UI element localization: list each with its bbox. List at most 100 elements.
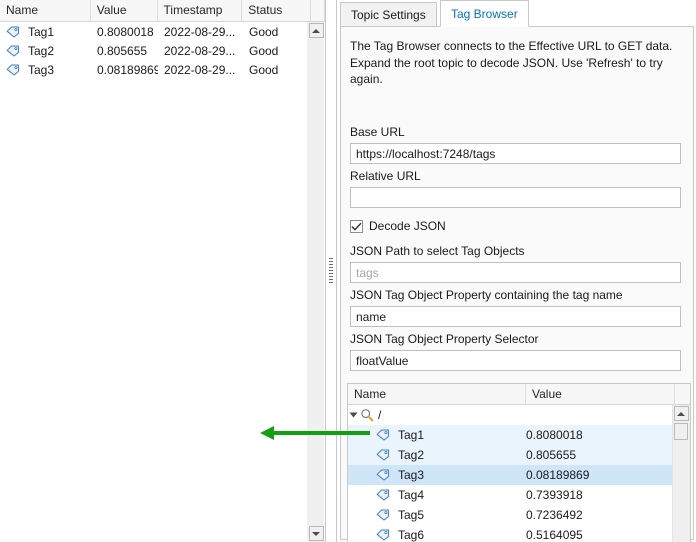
tag-browser-tab-panel: The Tag Browser connects to the Effectiv…	[340, 26, 694, 542]
tree-tag-label: Tag3	[398, 468, 425, 482]
arrow-up-icon	[677, 411, 685, 416]
tree-column-header-name[interactable]: Name	[348, 384, 526, 404]
tab-strip: Topic Settings Tag Browser	[338, 0, 696, 27]
field-label-0: Base URL	[350, 125, 405, 139]
tree-name-cell: Tag4	[348, 488, 526, 502]
tree-name-cell: Tag5	[348, 508, 526, 522]
scroll-down-button[interactable]	[308, 525, 324, 542]
tree-value-cell: 0.5164095	[526, 528, 583, 542]
tag-name-label: Tag3	[28, 62, 55, 77]
field-label-1: Relative URL	[350, 169, 421, 183]
column-header-status[interactable]: Status	[242, 0, 312, 21]
table-cell-value: 0.08189869	[97, 62, 158, 77]
decode-json-checkbox-row[interactable]: Decode JSON	[350, 219, 446, 233]
splitter-grip-icon	[329, 258, 333, 284]
arrow-up-icon	[312, 28, 320, 33]
tree-value-cell: 0.08189869	[526, 468, 590, 482]
field-label-4: JSON Tag Object Property Selector	[350, 332, 539, 346]
green-left-arrow-icon	[260, 426, 370, 440]
panel-description: The Tag Browser connects to the Effectiv…	[350, 39, 673, 86]
scroll-up-button[interactable]	[308, 22, 324, 39]
tree-body[interactable]: / Tag1 0.8080018 Tag2 0.805655 Tag3 0.08189869…	[348, 405, 690, 542]
expander-triangle-icon[interactable]	[349, 412, 358, 418]
column-header-timestamp[interactable]: Timestamp	[158, 0, 243, 21]
table-cell-timestamp: 2022-08-29...	[164, 24, 236, 39]
tree-row[interactable]: Tag6 0.5164095	[348, 525, 690, 542]
scroll-up-button-box	[308, 23, 324, 38]
tree-row[interactable]: Tag3 0.08189869	[348, 465, 690, 485]
column-header-value[interactable]: Value	[91, 0, 158, 21]
column-header-name[interactable]: Name	[0, 0, 91, 21]
table-row[interactable]: Tag1 0.8080018 2022-08-29... Good	[0, 22, 325, 41]
table-cell-status: Good	[249, 62, 279, 77]
tree-header: Name Value	[348, 384, 690, 405]
tab-tag-browser[interactable]: Tag Browser	[440, 0, 529, 27]
tree-row[interactable]: Tag4 0.7393918	[348, 485, 690, 505]
tree-root-node[interactable]: /	[348, 405, 690, 425]
table-cell-name: Tag2	[0, 44, 91, 58]
tag-name-label: Tag2	[28, 43, 55, 58]
tag-table-body[interactable]: Tag1 0.8080018 2022-08-29... Good Tag2 0.8056…	[0, 22, 325, 542]
checkmark-icon	[351, 222, 362, 231]
table-cell-value: 0.805655	[97, 43, 148, 58]
app-root: Name Value Timestamp Status Tag1 0.8080018 20…	[0, 0, 696, 542]
tag-icon	[376, 489, 389, 501]
field-input-3[interactable]	[350, 306, 681, 327]
table-cell-timestamp: 2022-08-29...	[164, 62, 236, 77]
field-input-1[interactable]	[350, 187, 681, 208]
tree-scrollbar[interactable]	[672, 405, 690, 542]
column-header-blank[interactable]	[311, 0, 325, 21]
table-row[interactable]: Tag3 0.08189869 2022-08-29... Good	[0, 60, 325, 79]
decode-json-checkbox[interactable]	[350, 219, 363, 233]
tag-icon	[376, 529, 389, 541]
tree-tag-label: Tag2	[398, 448, 425, 462]
tree-root-name-cell: /	[348, 408, 526, 422]
tree-row[interactable]: Tag5 0.7236492	[348, 505, 690, 525]
tree-scroll-up-box	[673, 406, 689, 421]
field-input-2[interactable]	[350, 262, 681, 283]
tree-column-header-value[interactable]: Value	[526, 384, 675, 404]
field-input-4[interactable]	[350, 350, 681, 371]
tree-value-cell: 0.7236492	[526, 508, 583, 522]
tree-name-cell: Tag3	[348, 468, 526, 482]
tree-value-cell: 0.7393918	[526, 488, 583, 502]
settings-panel: Topic Settings Tag Browser The Tag Brows…	[338, 0, 696, 542]
arrow-down-icon	[312, 531, 320, 536]
tag-icon	[376, 509, 389, 521]
decode-json-label: Decode JSON	[369, 219, 446, 233]
tree-name-cell: Tag1	[348, 428, 526, 442]
tree-scroll-up-button[interactable]	[673, 405, 689, 422]
tag-browser-tree: Name Value / Tag1 0.8080018 Tag2 0.805655 Tag3…	[347, 383, 691, 542]
table-cell-value: 0.8080018	[97, 24, 154, 39]
tag-table-scrollbar[interactable]	[307, 22, 324, 542]
table-cell-name: Tag3	[0, 63, 91, 77]
tag-table-panel: Name Value Timestamp Status Tag1 0.8080018 20…	[0, 0, 326, 542]
tab-topic-settings[interactable]: Topic Settings	[340, 2, 437, 27]
field-input-0[interactable]	[350, 143, 681, 164]
tree-name-cell: Tag2	[348, 448, 526, 462]
tab-tag-browser-label: Tag Browser	[451, 6, 518, 21]
field-label-2: JSON Path to select Tag Objects	[350, 244, 525, 258]
tag-icon	[376, 429, 389, 441]
tree-root-label: /	[378, 408, 382, 422]
tag-icon	[376, 449, 389, 461]
tree-row[interactable]: Tag1 0.8080018	[348, 425, 690, 445]
tag-icon	[6, 64, 19, 76]
tree-row[interactable]: Tag2 0.805655	[348, 445, 690, 465]
tree-tag-label: Tag6	[398, 528, 425, 542]
tag-icon	[6, 45, 19, 57]
tree-tag-label: Tag1	[398, 428, 425, 442]
panel-splitter[interactable]	[326, 0, 337, 542]
tree-tag-label: Tag5	[398, 508, 425, 522]
tree-value-cell: 0.805655	[526, 448, 577, 462]
table-cell-status: Good	[249, 24, 279, 39]
field-label-3: JSON Tag Object Property containing the …	[350, 288, 623, 302]
tag-icon	[376, 469, 389, 481]
table-cell-status: Good	[249, 43, 279, 58]
table-cell-name: Tag1	[0, 25, 91, 39]
tree-scroll-thumb[interactable]	[674, 423, 688, 440]
tag-name-label: Tag1	[28, 24, 55, 39]
tab-topic-settings-label: Topic Settings	[351, 8, 426, 22]
table-row[interactable]: Tag2 0.805655 2022-08-29... Good	[0, 41, 325, 60]
tree-name-cell: Tag6	[348, 528, 526, 542]
